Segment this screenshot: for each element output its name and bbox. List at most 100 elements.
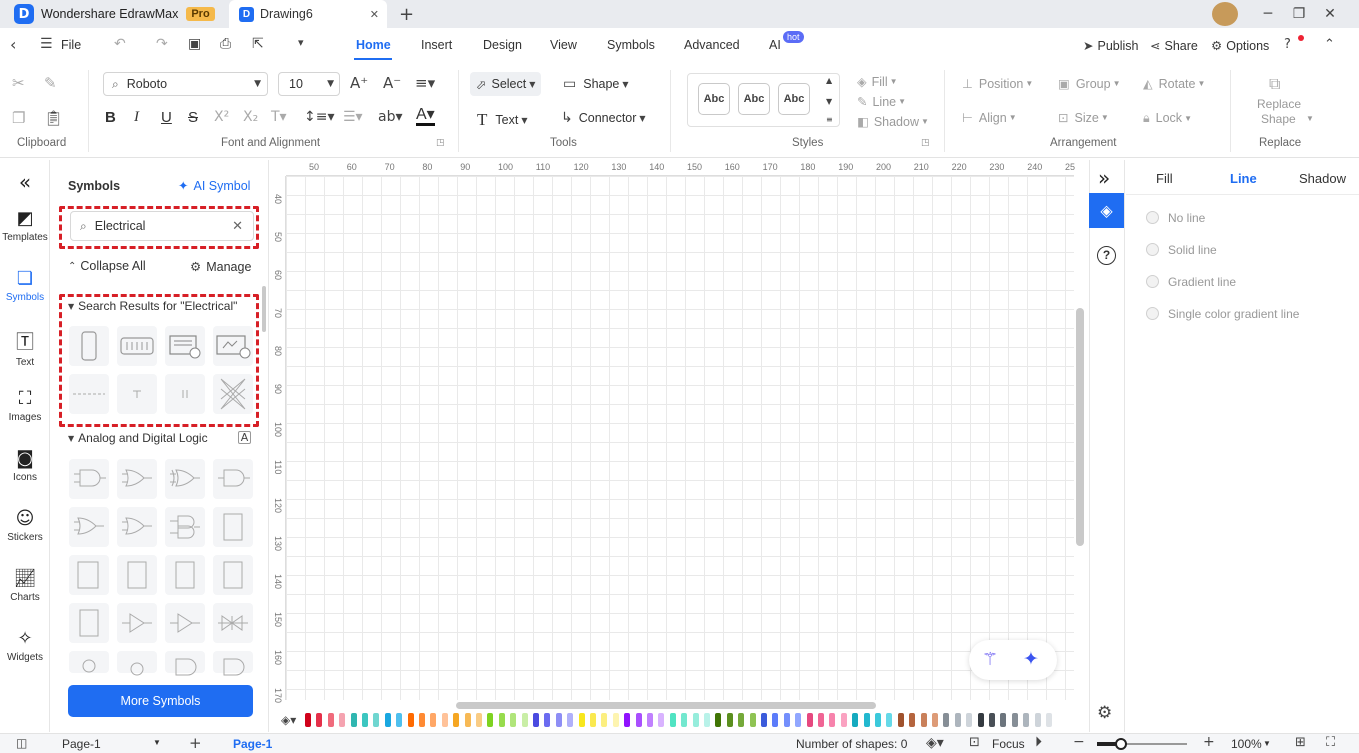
single-color-gradient-radio[interactable] — [1146, 307, 1159, 320]
electrical-symbol-1[interactable] — [69, 326, 109, 366]
logic-symbol[interactable] — [117, 603, 157, 643]
scroll-down-icon[interactable]: ▼ — [826, 97, 832, 106]
electrical-symbol-6[interactable] — [117, 374, 157, 414]
menu-home[interactable]: Home — [356, 38, 391, 52]
color-swatch[interactable] — [840, 713, 847, 727]
menu-view[interactable]: View — [550, 38, 577, 52]
electrical-symbol-2[interactable] — [117, 326, 157, 366]
color-swatch[interactable] — [977, 713, 984, 727]
menu-ai[interactable]: AI — [769, 38, 781, 52]
bullets-icon[interactable]: ☰▾ — [343, 109, 363, 125]
text-tool-button[interactable]: T Text ▼ — [477, 110, 527, 130]
replace-shape-label-2[interactable]: Shape — [1261, 112, 1296, 126]
vertical-scrollbar[interactable] — [1076, 308, 1084, 546]
zoom-out-icon[interactable]: − — [1073, 734, 1085, 750]
color-swatch[interactable] — [350, 713, 357, 727]
export-icon[interactable]: ⇱ — [252, 36, 264, 52]
font-family-select[interactable]: ⌕ Roboto ▼ — [103, 72, 268, 96]
nav-widgets[interactable]: ✧ Widgets — [0, 628, 50, 663]
zoom-level[interactable]: 100% — [1231, 737, 1262, 751]
color-swatch[interactable] — [1046, 713, 1052, 727]
color-swatch[interactable] — [806, 713, 813, 727]
nav-symbols[interactable]: ❏ Symbols — [0, 268, 50, 303]
app-tab[interactable]: D Wondershare EdrawMax Pro — [14, 0, 215, 28]
restore-icon[interactable]: ❐ — [1282, 0, 1316, 28]
align-button[interactable]: ⊢ Align ▼ — [962, 110, 1017, 125]
logic-symbol[interactable] — [165, 651, 205, 676]
italic-icon[interactable]: I — [134, 109, 139, 126]
color-swatch[interactable] — [704, 713, 710, 727]
library-info-icon[interactable]: A — [238, 431, 251, 444]
zoom-in-icon[interactable]: + — [1203, 734, 1215, 750]
panel-scrollbar[interactable] — [262, 286, 266, 332]
format-painter-icon[interactable]: ✎ — [44, 74, 57, 92]
replace-shape-icon[interactable]: ⧉ — [1269, 74, 1280, 94]
color-swatch[interactable] — [453, 713, 460, 727]
electrical-symbol-7[interactable] — [165, 374, 205, 414]
expand-gallery-icon[interactable]: ≡ — [826, 115, 833, 124]
strikethrough-icon[interactable]: S — [188, 109, 198, 126]
logic-symbol[interactable] — [69, 555, 109, 595]
color-swatch[interactable] — [772, 713, 779, 727]
style-sample-3[interactable]: Abc — [778, 83, 810, 115]
color-swatch[interactable] — [521, 713, 528, 727]
font-color-icon[interactable]: A▾ — [416, 107, 435, 126]
menu-advanced[interactable]: Advanced — [684, 38, 740, 52]
logic-symbol[interactable] — [117, 507, 157, 547]
page-tab[interactable]: Page-1 — [233, 737, 272, 751]
color-swatch[interactable] — [578, 713, 585, 727]
position-button[interactable]: ⊥ Position ▼ — [962, 76, 1033, 91]
color-swatch[interactable] — [761, 713, 767, 727]
color-swatch[interactable] — [989, 713, 995, 727]
underline-icon[interactable]: U — [161, 109, 172, 126]
color-swatch[interactable] — [396, 713, 403, 727]
logic-symbol[interactable] — [165, 603, 205, 643]
color-swatch[interactable] — [544, 713, 551, 727]
document-tab[interactable]: D Drawing6 ✕ — [229, 0, 387, 28]
focus-label[interactable]: Focus — [992, 737, 1025, 751]
menu-symbols[interactable]: Symbols — [607, 38, 655, 52]
electrical-symbol-3[interactable] — [165, 326, 205, 366]
color-swatch[interactable] — [510, 713, 517, 727]
logic-symbol[interactable] — [213, 507, 253, 547]
color-swatch[interactable] — [647, 713, 653, 727]
color-swatch[interactable] — [555, 713, 562, 727]
color-swatch[interactable] — [339, 713, 346, 727]
manage-button[interactable]: ⚙ Manage — [190, 259, 251, 274]
tab-shadow[interactable]: Shadow — [1299, 171, 1346, 186]
color-swatch[interactable] — [327, 713, 334, 727]
color-swatch[interactable] — [624, 713, 631, 727]
rotate-button[interactable]: ◭ Rotate ▼ — [1143, 76, 1205, 91]
color-swatch[interactable] — [897, 713, 904, 727]
scroll-up-icon[interactable]: ▲ — [826, 76, 832, 85]
menu-design[interactable]: Design — [483, 38, 522, 52]
new-tab-button[interactable]: + — [399, 0, 414, 28]
color-swatch[interactable] — [601, 713, 608, 727]
customize-icon[interactable]: ▾ — [298, 36, 304, 49]
style-sample-2[interactable]: Abc — [738, 83, 770, 115]
drawing-canvas[interactable] — [286, 176, 1074, 700]
logic-symbol[interactable] — [213, 651, 253, 676]
logic-symbol[interactable] — [165, 459, 205, 499]
color-swatch[interactable] — [430, 713, 437, 727]
color-swatch[interactable] — [852, 713, 859, 727]
collapse-panel-button[interactable]: « — [0, 170, 50, 197]
horizontal-scrollbar[interactable] — [456, 702, 876, 709]
color-swatch[interactable] — [966, 713, 973, 727]
menu-insert[interactable]: Insert — [421, 38, 452, 52]
electrical-symbol-4[interactable] — [213, 326, 253, 366]
bold-icon[interactable]: B — [105, 109, 116, 126]
shape-tool-button[interactable]: ▭ Shape ▼ — [563, 76, 629, 92]
color-swatch[interactable] — [373, 713, 380, 727]
collapse-all-button[interactable]: ⌃ Collapse All — [68, 259, 146, 273]
play-icon[interactable]: ⏵ — [1035, 734, 1042, 750]
color-swatch[interactable] — [909, 713, 916, 727]
settings-gear-icon[interactable]: ⚙ — [1097, 703, 1112, 723]
share-button[interactable]: ⋖ Share — [1150, 38, 1198, 53]
logic-symbol[interactable] — [213, 555, 253, 595]
color-swatch[interactable] — [1034, 713, 1041, 727]
color-swatch[interactable] — [419, 713, 425, 727]
color-swatch[interactable] — [920, 713, 927, 727]
select-tool-button[interactable]: ⬀ Select ▼ — [470, 72, 542, 96]
color-swatch[interactable] — [476, 713, 482, 727]
